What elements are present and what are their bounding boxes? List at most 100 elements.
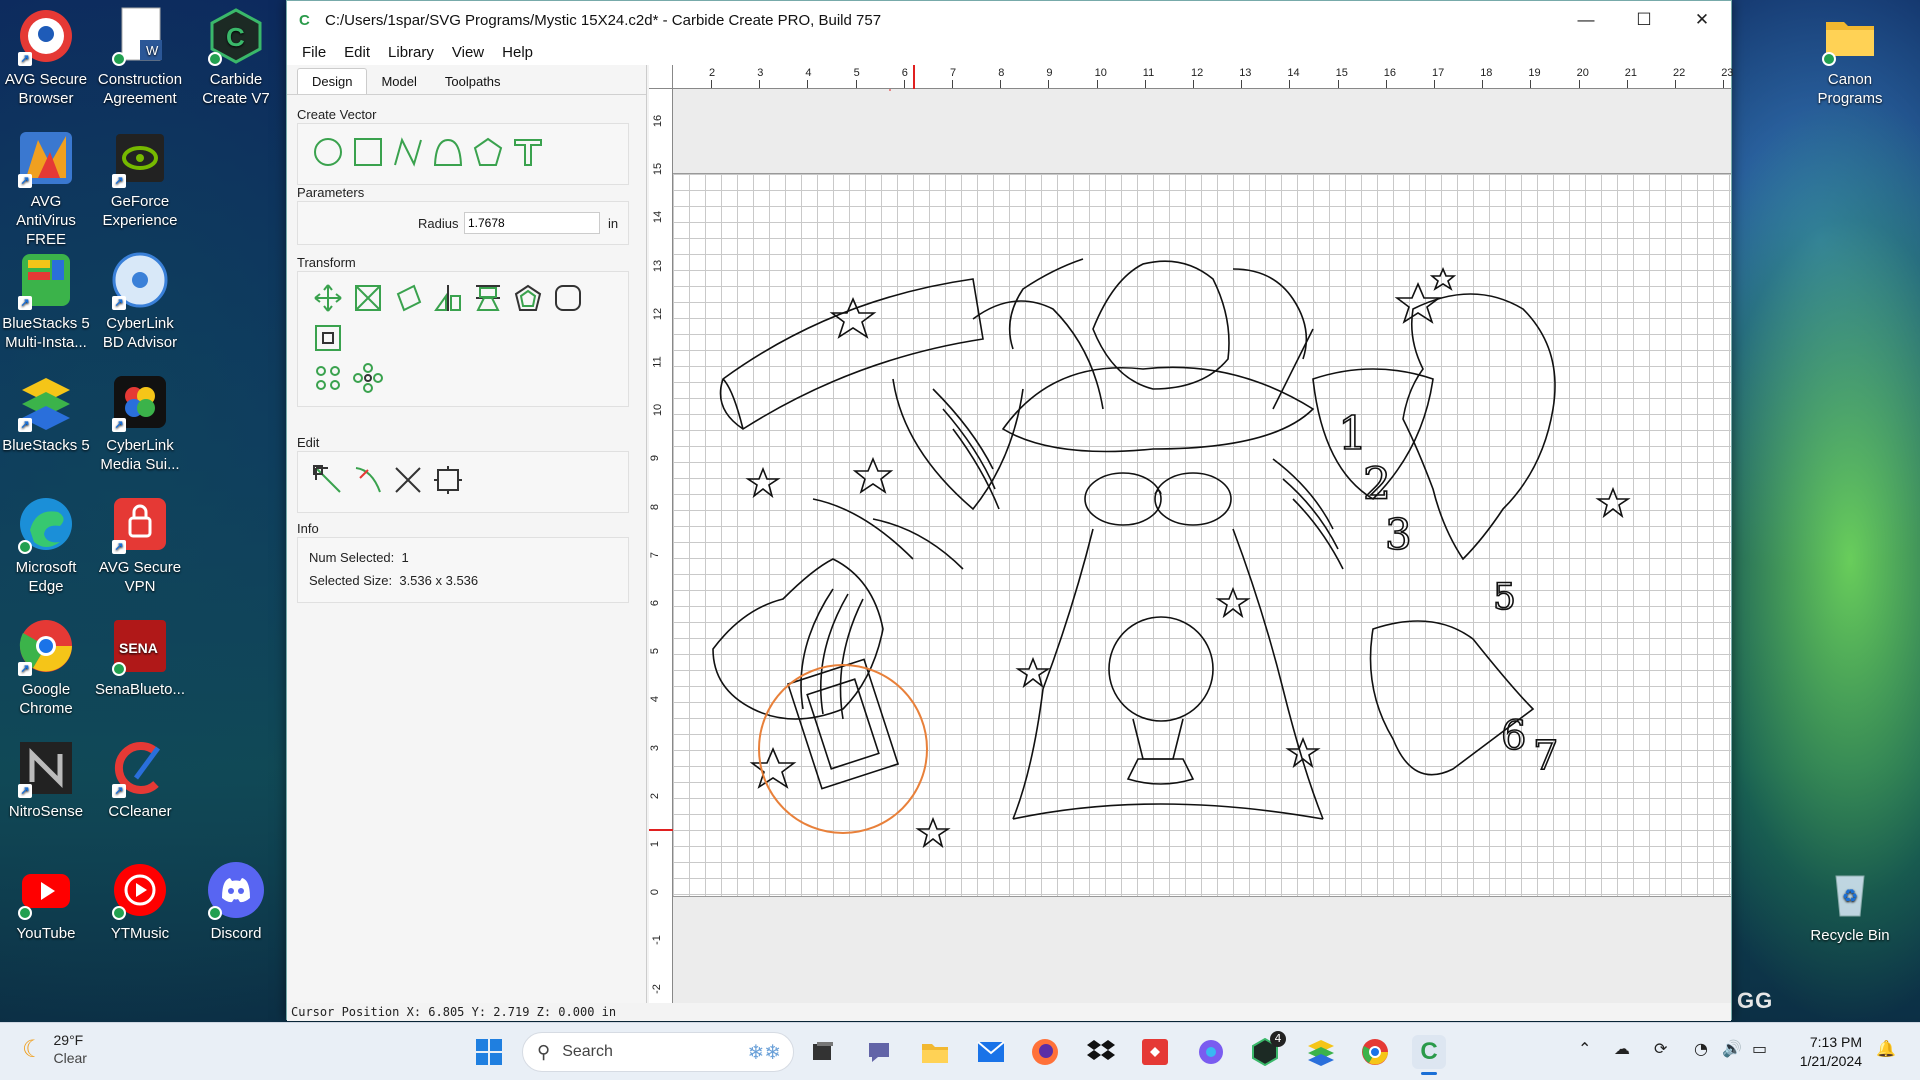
close-button[interactable]: ✕ [1673,1,1731,39]
ruler-tick-label: 16 [652,114,665,128]
desktop-icon-edge[interactable]: Microsoft Edge [0,494,92,596]
firefox-icon[interactable] [1028,1035,1062,1069]
mirror-tool-icon[interactable] [428,278,468,318]
circular-array-tool-icon[interactable] [348,358,388,398]
menu-file[interactable]: File [293,44,335,61]
task-view-icon[interactable] [806,1035,840,1069]
ruler-tick [807,80,809,88]
ruler-tick [903,80,905,88]
desktop-icon-nitrosense[interactable]: ↗ NitroSense [0,738,92,821]
system-clock[interactable]: 7:13 PM 1/21/2024 [1800,1033,1862,1071]
ruler-tick-label: 5 [649,648,662,655]
desktop-icon-ccleaner[interactable]: ↗ CCleaner [94,738,186,821]
carbide-create-window[interactable]: C C:/Users/1spar/SVG Programs/Mystic 15X… [286,0,1733,1021]
carbide-create-icon: C [206,6,266,66]
desktop-icon-youtube[interactable]: YouTube [0,860,92,943]
rotate-tool-icon[interactable] [388,278,428,318]
align-tool-icon[interactable] [468,278,508,318]
bluestacks-taskbar-icon[interactable] [1304,1035,1338,1069]
desktop-icon-cyberlink-bd[interactable]: ↗ CyberLink BD Advisor [94,250,186,352]
array-tool-icon[interactable] [308,358,348,398]
move-tool-icon[interactable] [308,278,348,318]
cyberlink-media-icon: ↗ [110,372,170,432]
menu-help[interactable]: Help [493,44,542,61]
text-tool-icon[interactable] [508,132,548,172]
ruler-tick-label: 15 [1335,67,1348,79]
desktop-icon-label: CCleaner [108,803,172,820]
fillet-tool-icon[interactable] [548,278,588,318]
curve-tool-icon[interactable] [428,132,468,172]
title-bar[interactable]: C C:/Users/1spar/SVG Programs/Mystic 15X… [287,1,1731,39]
menu-view[interactable]: View [443,44,493,61]
wifi-icon[interactable]: ◔ [1694,1039,1708,1058]
desktop-icon-cyberlink-media[interactable]: ↗ CyberLink Media Sui... [94,372,186,474]
svg-text:2: 2 [1363,459,1391,510]
notification-bell-icon[interactable]: 🔔 [1876,1039,1896,1058]
ruler-tick-label: -1 [650,935,663,946]
tab-model[interactable]: Model [367,69,430,94]
boolean-tool-icon[interactable] [428,460,468,500]
desktop-icon-discord[interactable]: Discord [190,860,282,943]
ruler-tick-label: 0 [649,889,662,896]
desktop-icon-canon-programs[interactable]: Canon Programs [1804,6,1896,108]
taskbar-search[interactable]: ⚲ Search ❄❄ [522,1032,794,1072]
desktop-icon-recycle-bin[interactable]: ♻ Recycle Bin [1804,862,1896,945]
avg-antivirus-icon: ↗ [16,128,76,188]
copilot-icon[interactable] [1194,1035,1228,1069]
desktop-icon-sena[interactable]: SENA SenaBlueto... [94,616,186,699]
anydesk-icon[interactable] [1138,1035,1172,1069]
mail-icon[interactable] [974,1035,1008,1069]
desktop-icon-ytmusic[interactable]: YTMusic [94,860,186,943]
carbide-taskbar-icon[interactable]: 4 [1248,1031,1286,1069]
design-artwork[interactable]: 1 2 3 5 6 7 [673,89,1731,1007]
offset-tool-icon[interactable] [508,278,548,318]
minimize-button[interactable]: — [1557,1,1615,39]
desktop-icon-label: Carbide Create V7 [202,71,270,107]
desktop-icon-carbide-create[interactable]: C Carbide Create V7 [190,6,282,108]
battery-icon[interactable]: ▭ [1752,1039,1767,1058]
ruler-tick [1144,80,1146,88]
dropbox-icon[interactable] [1084,1035,1118,1069]
scale-tool-icon[interactable] [348,278,388,318]
chrome-taskbar-icon[interactable] [1358,1035,1392,1069]
circle-tool-icon[interactable] [308,132,348,172]
teams-chat-icon[interactable] [862,1035,896,1069]
desktop-icon-chrome[interactable]: ↗ Google Chrome [0,616,92,718]
desktop-icon-avg-browser[interactable]: ↗ AVG Secure Browser [0,6,92,108]
desktop-icon-bluestacks-multi[interactable]: ↗ BlueStacks 5 Multi-Insta... [0,250,92,352]
weather-widget[interactable]: ☾ 29°F Clear [22,1031,87,1067]
carbide-active-taskbar-icon[interactable]: C [1412,1035,1446,1075]
radius-input[interactable] [464,212,600,234]
desktop-icon-bluestacks[interactable]: ↗ BlueStacks 5 [0,372,92,455]
svg-text:5: 5 [1493,577,1516,618]
design-canvas-area[interactable]: 2 3 4 5 6 7 8 9 10 11 12 13 14 15 16 17 18 19 20 21 22 23 16 1… [649,65,1733,1007]
weather-temp: 29°F [53,1032,84,1048]
tab-toolpaths[interactable]: Toolpaths [431,69,515,94]
menu-library[interactable]: Library [379,44,443,61]
sync-icon[interactable]: ⟳ [1654,1039,1667,1058]
ruler-tick-label: 12 [1191,67,1204,79]
polyline-tool-icon[interactable] [388,132,428,172]
file-explorer-icon[interactable] [918,1035,952,1069]
trim-tool-icon[interactable] [348,460,388,500]
info-group: Num Selected: 1 Selected Size: 3.536 x 3… [297,537,629,603]
chevron-up-icon[interactable]: ⌃ [1578,1039,1591,1058]
start-button[interactable] [472,1035,506,1069]
menu-edit[interactable]: Edit [335,44,379,61]
center-tool-icon[interactable] [308,318,348,358]
maximize-button[interactable]: ☐ [1615,1,1673,39]
join-tool-icon[interactable] [388,460,428,500]
desktop-icon-construction-agreement[interactable]: W Construction Agreement [94,6,186,108]
desktop-icon-avg-vpn[interactable]: ↗ AVG Secure VPN [94,494,186,596]
ruler-tick [1096,80,1098,88]
node-edit-tool-icon[interactable] [308,460,348,500]
desktop-icon-geforce[interactable]: ↗ GeForce Experience [94,128,186,230]
notification-badge: 4 [1270,1031,1286,1047]
edit-group [297,451,629,513]
tab-design[interactable]: Design [297,68,368,94]
polygon-tool-icon[interactable] [468,132,508,172]
onedrive-icon[interactable]: ☁ [1614,1039,1630,1058]
rectangle-tool-icon[interactable] [348,132,388,172]
volume-icon[interactable]: 🔊 [1722,1039,1742,1058]
desktop-icon-avg-antivirus[interactable]: ↗ AVG AntiVirus FREE [0,128,92,249]
